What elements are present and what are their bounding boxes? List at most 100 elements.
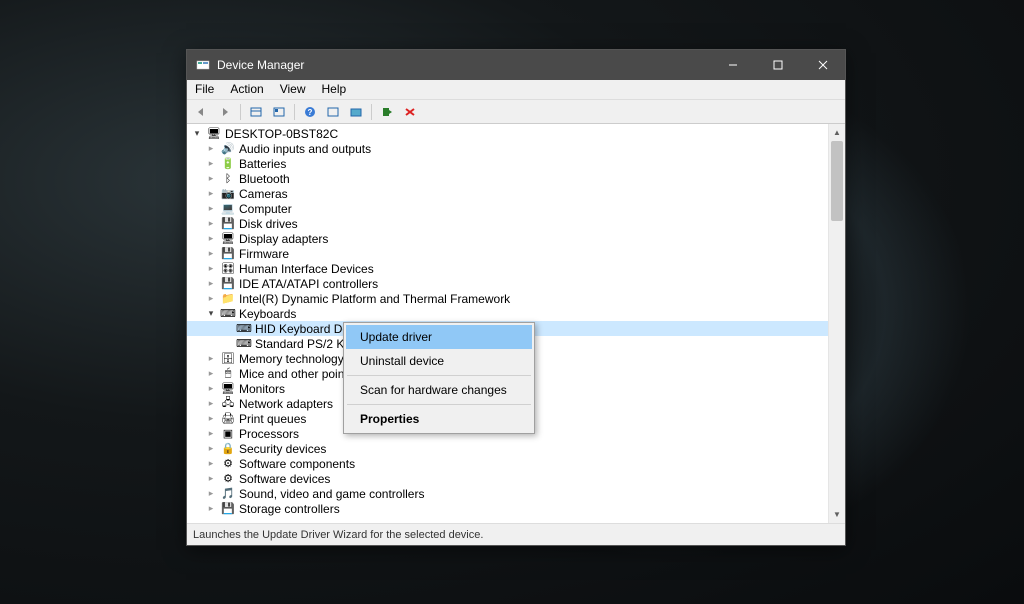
computer-icon: 💻 — [220, 202, 236, 216]
item-label: Firmware — [239, 247, 289, 261]
scroll-down-button[interactable]: ▼ — [829, 506, 845, 523]
expand-arrow[interactable] — [205, 458, 217, 469]
item-label: Intel(R) Dynamic Platform and Thermal Fr… — [239, 292, 510, 306]
expand-arrow[interactable] — [205, 398, 217, 409]
device-tree[interactable]: 🖥DESKTOP-0BST82C🔊Audio inputs and output… — [187, 124, 845, 518]
expand-arrow[interactable] — [205, 248, 217, 259]
printer-icon: 🖨 — [220, 412, 236, 426]
software-icon: ⚙ — [220, 472, 236, 486]
category-item[interactable]: 💾Firmware — [187, 246, 845, 261]
minimize-button[interactable] — [710, 50, 755, 80]
expand-arrow[interactable] — [205, 233, 217, 244]
category-item[interactable]: 🔊Audio inputs and outputs — [187, 141, 845, 156]
scroll-up-button[interactable]: ▲ — [829, 124, 845, 141]
item-label: Disk drives — [239, 217, 298, 231]
expand-arrow[interactable] — [205, 473, 217, 484]
item-label: Batteries — [239, 157, 286, 171]
forward-button[interactable] — [214, 102, 236, 122]
menu-help[interactable]: Help — [314, 80, 355, 99]
refresh-button[interactable] — [322, 102, 344, 122]
category-item[interactable]: 🎛Human Interface Devices — [187, 261, 845, 276]
expand-arrow[interactable] — [205, 353, 217, 364]
back-button[interactable] — [191, 102, 213, 122]
expand-arrow[interactable] — [205, 488, 217, 499]
category-item[interactable]: 📁Intel(R) Dynamic Platform and Thermal F… — [187, 291, 845, 306]
item-label: Monitors — [239, 382, 285, 396]
audio-icon: 🔊 — [220, 142, 236, 156]
context-menu-item[interactable]: Properties — [346, 407, 532, 431]
bluetooth-icon: ᛒ — [220, 172, 236, 186]
root-item[interactable]: 🖥DESKTOP-0BST82C — [187, 126, 845, 141]
expand-arrow[interactable] — [205, 443, 217, 454]
category-item[interactable]: 💻Computer — [187, 201, 845, 216]
item-label: Software devices — [239, 472, 330, 486]
vertical-scrollbar[interactable]: ▲ ▼ — [828, 124, 845, 523]
menu-action[interactable]: Action — [222, 80, 271, 99]
category-item[interactable]: 🎵Sound, video and game controllers — [187, 486, 845, 501]
expand-arrow[interactable] — [205, 503, 217, 514]
scan-button[interactable] — [345, 102, 367, 122]
scroll-thumb[interactable] — [831, 141, 843, 221]
menu-view[interactable]: View — [272, 80, 314, 99]
item-label: Display adapters — [239, 232, 328, 246]
show-hidden-button[interactable] — [245, 102, 267, 122]
expand-arrow[interactable] — [205, 218, 217, 229]
category-item[interactable]: ⚙Software components — [187, 456, 845, 471]
toolbar-separator — [240, 104, 241, 120]
root-icon: 🖥 — [206, 127, 222, 141]
expand-arrow[interactable] — [205, 383, 217, 394]
close-button[interactable] — [800, 50, 845, 80]
category-item[interactable]: 🔒Security devices — [187, 441, 845, 456]
titlebar[interactable]: Device Manager — [187, 50, 845, 80]
ide-icon: 💾 — [220, 277, 236, 291]
expand-arrow[interactable] — [191, 128, 203, 139]
category-item[interactable]: 📷Cameras — [187, 186, 845, 201]
expand-arrow[interactable] — [205, 293, 217, 304]
expand-arrow[interactable] — [205, 308, 217, 319]
category-item[interactable]: ⚙Software devices — [187, 471, 845, 486]
expand-arrow[interactable] — [205, 143, 217, 154]
battery-icon: 🔋 — [220, 157, 236, 171]
item-label: DESKTOP-0BST82C — [225, 127, 338, 141]
toolbar: ? — [187, 100, 845, 124]
item-label: IDE ATA/ATAPI controllers — [239, 277, 378, 291]
mouse-icon: 🖱 — [220, 367, 236, 381]
category-item[interactable]: 🔋Batteries — [187, 156, 845, 171]
memory-icon: 🗄 — [220, 352, 236, 366]
expand-arrow[interactable] — [205, 368, 217, 379]
expand-arrow[interactable] — [205, 263, 217, 274]
expand-arrow[interactable] — [205, 173, 217, 184]
svg-text:?: ? — [308, 108, 313, 117]
category-item[interactable]: 💾Storage controllers — [187, 501, 845, 516]
toolbar-separator — [371, 104, 372, 120]
expand-arrow[interactable] — [205, 158, 217, 169]
expand-arrow[interactable] — [205, 428, 217, 439]
window-title: Device Manager — [217, 58, 710, 72]
expand-arrow[interactable] — [205, 413, 217, 424]
properties-button[interactable] — [268, 102, 290, 122]
enable-button[interactable] — [376, 102, 398, 122]
item-label: Human Interface Devices — [239, 262, 374, 276]
expand-arrow[interactable] — [205, 188, 217, 199]
menu-file[interactable]: File — [187, 80, 222, 99]
category-item[interactable]: ⌨Keyboards — [187, 306, 845, 321]
item-label: Cameras — [239, 187, 288, 201]
storage-icon: 💾 — [220, 502, 236, 516]
category-item[interactable]: 💾Disk drives — [187, 216, 845, 231]
context-menu-item[interactable]: Uninstall device — [346, 349, 532, 373]
sound-icon: 🎵 — [220, 487, 236, 501]
keyboard-icon: ⌨ — [220, 307, 236, 321]
maximize-button[interactable] — [755, 50, 800, 80]
category-item[interactable]: 🖥Display adapters — [187, 231, 845, 246]
menu-separator — [347, 404, 531, 405]
expand-arrow[interactable] — [205, 203, 217, 214]
help-button[interactable]: ? — [299, 102, 321, 122]
category-item[interactable]: 💾IDE ATA/ATAPI controllers — [187, 276, 845, 291]
context-menu-item[interactable]: Update driver — [346, 325, 532, 349]
uninstall-button[interactable] — [399, 102, 421, 122]
item-label: Sound, video and game controllers — [239, 487, 424, 501]
category-item[interactable]: ᛒBluetooth — [187, 171, 845, 186]
context-menu-item[interactable]: Scan for hardware changes — [346, 378, 532, 402]
expand-arrow[interactable] — [205, 278, 217, 289]
keyboard-icon: ⌨ — [236, 322, 252, 336]
